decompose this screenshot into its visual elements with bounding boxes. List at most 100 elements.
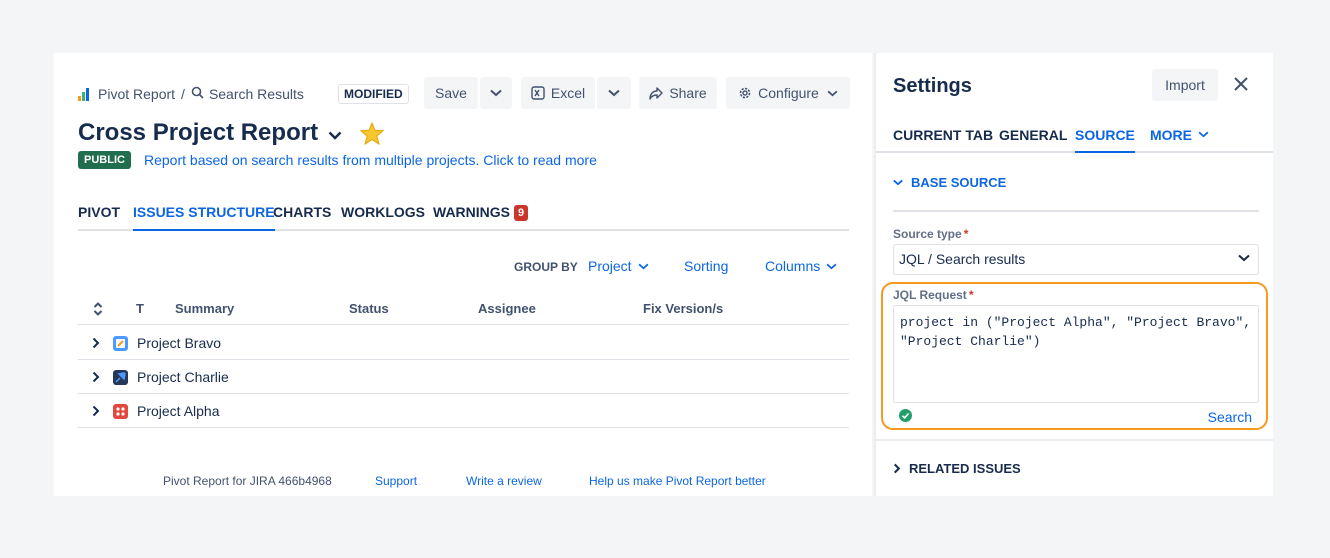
source-type-value: JQL / Search results — [899, 251, 1026, 267]
table-row[interactable]: Project Alpha — [78, 394, 849, 428]
report-description-link[interactable]: Report based on search results from mult… — [144, 152, 597, 168]
chevron-down-icon — [826, 263, 837, 269]
section-divider — [876, 439, 1273, 441]
share-icon — [649, 86, 664, 100]
column-assignee[interactable]: Assignee — [478, 301, 536, 316]
tab-general[interactable]: GENERAL — [999, 127, 1067, 153]
chevron-down-icon — [608, 89, 620, 97]
configure-button[interactable]: Configure — [726, 77, 850, 109]
public-badge: PUBLIC — [78, 151, 131, 169]
chevron-right-icon[interactable] — [92, 371, 100, 383]
breadcrumb: Pivot Report / Search Results — [78, 84, 304, 104]
tab-charts[interactable]: CHARTS — [273, 204, 331, 231]
table-row[interactable]: Project Bravo — [78, 326, 849, 360]
table-row[interactable]: Project Charlie — [78, 360, 849, 394]
required-mark: * — [963, 227, 969, 241]
column-type[interactable]: T — [136, 301, 144, 316]
source-type-label-text: Source type — [893, 227, 962, 241]
jql-request-input[interactable]: project in ("Project Alpha", "Project Br… — [893, 305, 1259, 403]
close-icon[interactable] — [1233, 76, 1249, 92]
column-status[interactable]: Status — [349, 301, 389, 316]
project-charlie-icon — [113, 370, 128, 385]
tab-issues-structure[interactable]: ISSUES STRUCTURE — [133, 204, 275, 231]
configure-label: Configure — [758, 85, 819, 101]
tab-warnings-label: WARNINGS — [433, 204, 510, 220]
tab-current-tab[interactable]: CURRENT TAB — [893, 127, 993, 153]
breadcrumb-page[interactable]: Search Results — [209, 86, 304, 102]
column-summary[interactable]: Summary — [175, 301, 234, 316]
warnings-count-badge: 9 — [514, 205, 529, 221]
star-icon[interactable] — [360, 121, 385, 145]
gear-icon — [739, 87, 751, 99]
footer-version: Pivot Report for JIRA 466b4968 — [163, 474, 332, 488]
project-name: Project Charlie — [137, 369, 229, 385]
share-label: Share — [669, 85, 707, 101]
group-by-value: Project — [588, 258, 632, 274]
column-fix-version[interactable]: Fix Version/s — [643, 301, 723, 316]
search-link[interactable]: Search — [1208, 409, 1252, 425]
chevron-down-icon — [1238, 254, 1250, 262]
report-panel: Pivot Report / Search Results MODIFIED S… — [54, 53, 872, 496]
share-button[interactable]: Share — [639, 77, 717, 109]
tab-worklogs[interactable]: WORKLOGS — [341, 204, 425, 231]
report-title[interactable]: Cross Project Report — [78, 119, 318, 147]
project-name: Project Bravo — [137, 335, 222, 351]
breadcrumb-app[interactable]: Pivot Report — [98, 86, 175, 102]
base-source-section[interactable]: BASE SOURCE — [893, 175, 1006, 190]
modified-badge: MODIFIED — [338, 84, 409, 104]
excel-dropdown-button[interactable] — [597, 77, 631, 109]
tab-more[interactable]: MORE — [1150, 127, 1209, 153]
tab-more-label: MORE — [1150, 127, 1192, 143]
valid-check-icon — [899, 409, 912, 422]
excel-button[interactable]: Excel — [521, 77, 595, 109]
excel-icon — [531, 86, 545, 100]
settings-title: Settings — [893, 75, 972, 97]
tab-warnings[interactable]: WARNINGS 9 — [433, 204, 529, 231]
save-dropdown-button[interactable] — [480, 77, 512, 109]
save-button[interactable]: Save — [424, 77, 478, 109]
chevron-down-icon — [893, 179, 903, 186]
tab-pivot[interactable]: PIVOT — [78, 204, 120, 231]
save-label: Save — [435, 85, 467, 101]
chevron-down-icon — [490, 89, 502, 97]
chevron-down-icon — [1198, 131, 1209, 138]
chevron-down-icon — [638, 263, 649, 269]
source-type-select[interactable]: JQL / Search results — [893, 244, 1259, 275]
table-header: T Summary Status Assignee Fix Version/s — [78, 294, 849, 325]
excel-label: Excel — [550, 85, 586, 101]
report-title-area: Cross Project Report — [78, 119, 385, 147]
columns-dropdown[interactable]: Columns — [765, 258, 837, 274]
section-divider — [893, 210, 1259, 212]
chevron-right-icon — [893, 463, 901, 474]
pivot-report-logo-icon — [78, 87, 92, 101]
base-source-label: BASE SOURCE — [911, 175, 1007, 190]
related-issues-section[interactable]: RELATED ISSUES — [893, 461, 1021, 476]
sorting-label: Sorting — [684, 258, 729, 274]
jql-request-label-text: JQL Request — [893, 288, 967, 302]
chevron-right-icon[interactable] — [92, 405, 100, 417]
project-alpha-icon — [113, 404, 128, 419]
report-tabs: PIVOT ISSUES STRUCTURE CHARTS WORKLOGS W… — [78, 204, 849, 231]
project-name: Project Alpha — [137, 403, 220, 419]
columns-label: Columns — [765, 258, 821, 274]
chevron-right-icon[interactable] — [92, 337, 100, 349]
settings-panel: Settings Import CURRENT TAB GENERAL SOUR… — [874, 53, 1273, 496]
search-icon — [191, 86, 204, 102]
import-button[interactable]: Import — [1152, 69, 1218, 101]
sorting-button[interactable]: Sorting — [684, 258, 728, 274]
settings-tabs: CURRENT TAB GENERAL SOURCE MORE — [876, 123, 1273, 153]
tab-source[interactable]: SOURCE — [1075, 127, 1135, 153]
source-type-label: Source type * — [893, 227, 968, 241]
chevron-down-icon — [827, 90, 838, 96]
sort-toggle-icon[interactable] — [93, 302, 103, 319]
footer-feedback-link[interactable]: Help us make Pivot Report better — [589, 474, 766, 488]
required-mark: * — [968, 288, 974, 302]
related-issues-label: RELATED ISSUES — [909, 461, 1021, 476]
footer-review-link[interactable]: Write a review — [466, 474, 542, 488]
chevron-down-icon[interactable] — [328, 131, 342, 140]
project-bravo-icon — [113, 336, 128, 351]
group-by-label: GROUP BY — [514, 260, 578, 274]
group-by-dropdown[interactable]: Project — [588, 258, 649, 274]
jql-request-label: JQL Request * — [893, 288, 973, 302]
footer-support-link[interactable]: Support — [375, 474, 417, 488]
